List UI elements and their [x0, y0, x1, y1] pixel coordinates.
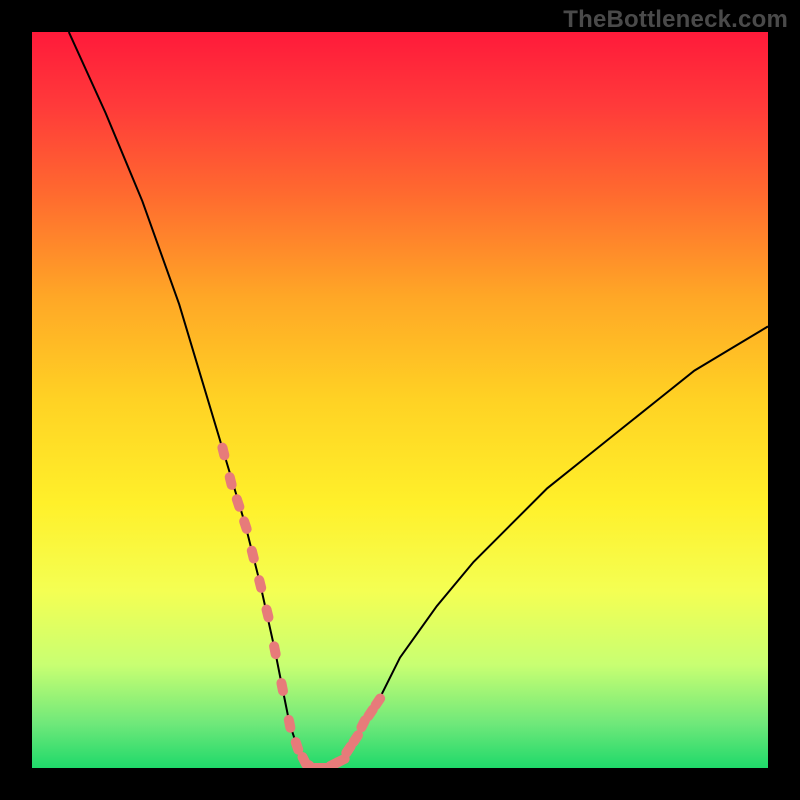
marker-points [216, 442, 387, 768]
marker-dot [246, 545, 260, 565]
bottleneck-curve [69, 32, 768, 768]
marker-dot [216, 442, 230, 462]
marker-dot [283, 714, 296, 734]
watermark-text: TheBottleneck.com [563, 6, 788, 34]
marker-dot [253, 574, 267, 594]
marker-dot [260, 603, 274, 623]
plot-area [32, 32, 768, 768]
marker-dot [276, 677, 289, 697]
marker-dot [238, 515, 253, 535]
marker-dot [224, 471, 238, 491]
marker-dot [231, 493, 246, 513]
chart-frame: TheBottleneck.com [0, 0, 800, 800]
marker-dot [268, 640, 281, 660]
curve-layer [32, 32, 768, 768]
